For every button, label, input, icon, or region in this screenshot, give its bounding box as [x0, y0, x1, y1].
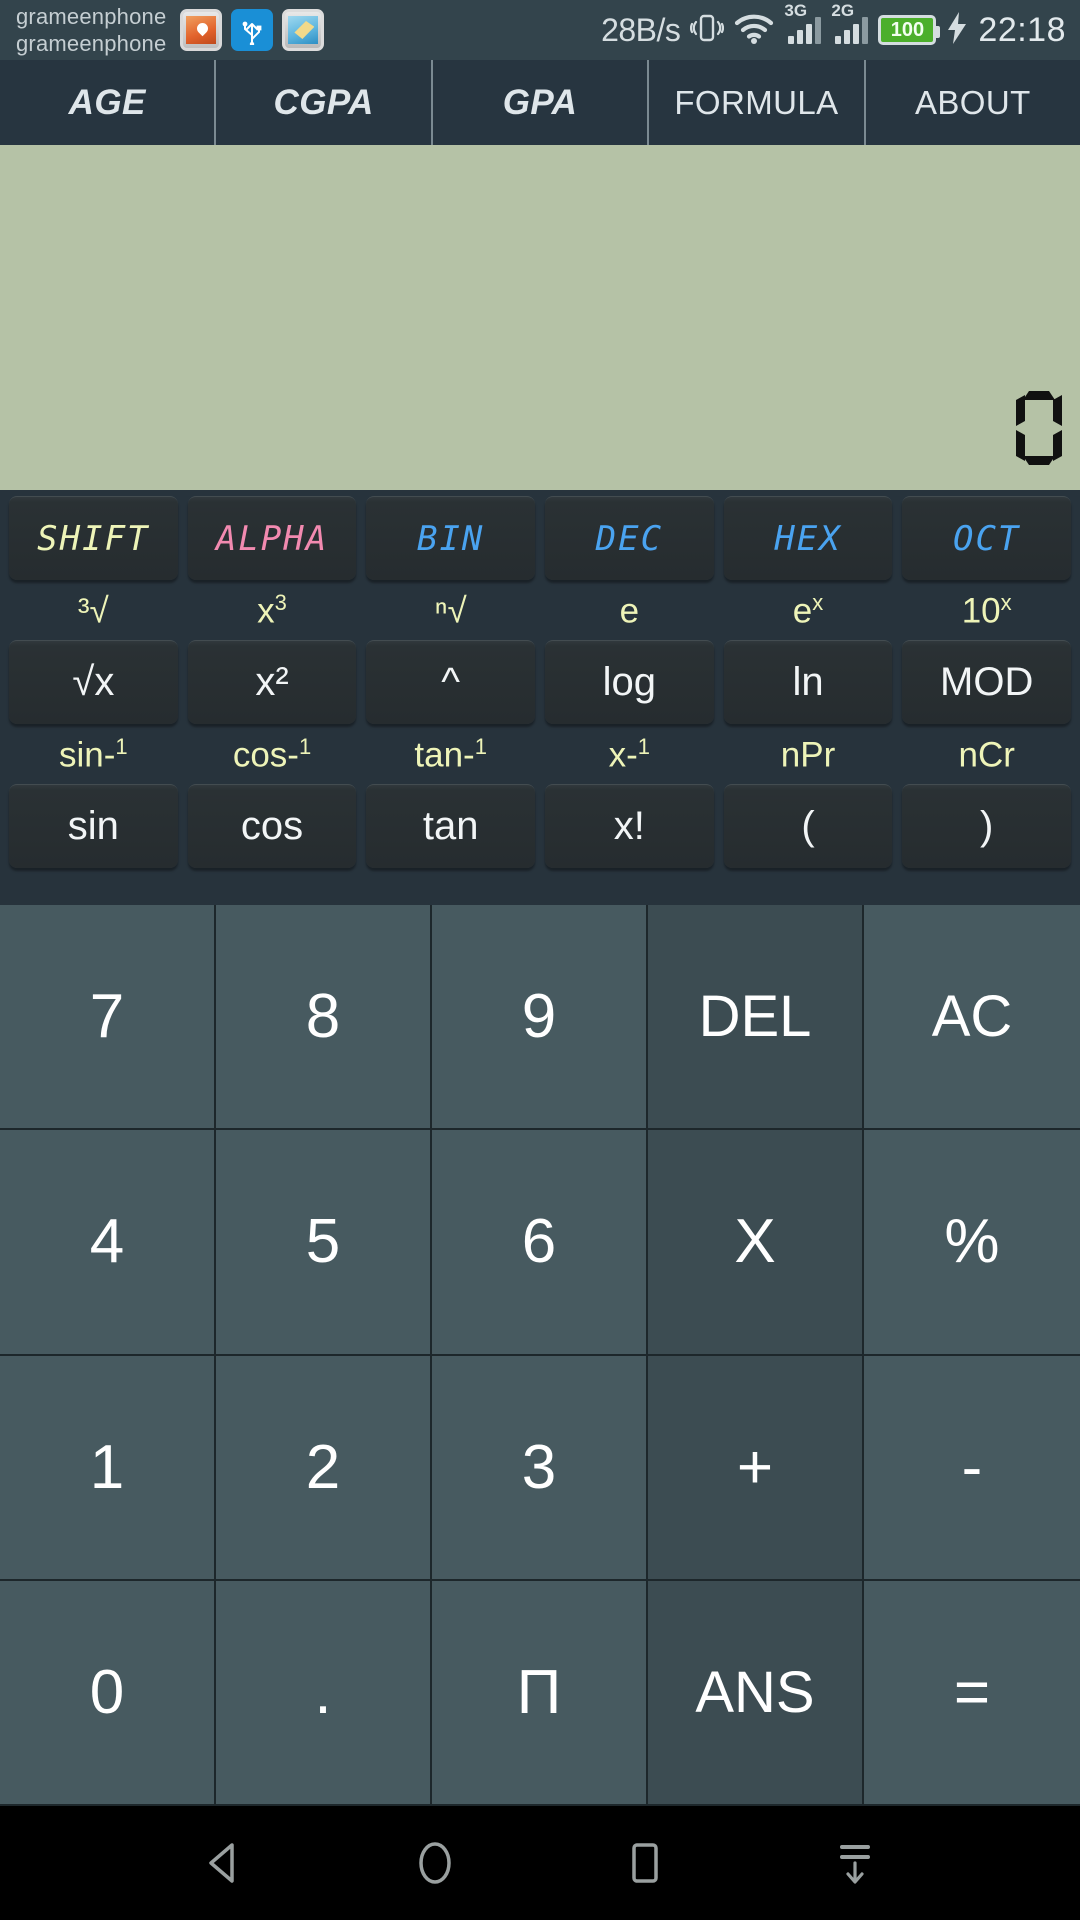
shift-label-e-power-x: ex	[792, 589, 824, 631]
clock-label: 22:18	[978, 10, 1066, 49]
key-6[interactable]: 6	[432, 1130, 648, 1356]
shift-label-ncr: nCr	[958, 735, 1015, 775]
shift-label-reciprocal: x-1	[608, 733, 651, 775]
key-equals[interactable]: =	[864, 1580, 1080, 1806]
tab-about[interactable]: ABOUT	[866, 60, 1080, 145]
key-2[interactable]: 2	[216, 1355, 432, 1581]
key-0[interactable]: 0	[0, 1580, 216, 1806]
sci-button-row-1: SHIFT ALPHA BIN DEC HEX OCT	[4, 496, 1076, 580]
shift-label-npr: nPr	[780, 735, 836, 775]
battery-icon: 100	[878, 15, 941, 45]
calculator-display[interactable]	[0, 145, 1080, 490]
recents-icon[interactable]	[613, 1831, 677, 1895]
key-multiply[interactable]: X	[648, 1130, 864, 1356]
signal-2g-bars	[835, 17, 869, 44]
key-8[interactable]: 8	[216, 905, 432, 1131]
sci-button-row-3: sin cos tan x! ( )	[4, 784, 1076, 868]
shift-label-e: e	[619, 591, 640, 631]
tab-cgpa[interactable]: CGPA	[216, 60, 433, 145]
carrier-label: grameenphone grameenphone	[16, 3, 166, 57]
cleaner-icon	[282, 9, 325, 51]
cos-button[interactable]: cos	[187, 784, 357, 868]
usb-icon	[231, 9, 274, 51]
key-9[interactable]: 9	[432, 905, 648, 1131]
shift-label-acos: cos-1	[232, 733, 312, 775]
carrier-line-1: grameenphone	[16, 4, 167, 29]
key-decimal[interactable]: .	[216, 1580, 432, 1806]
back-icon[interactable]	[193, 1831, 257, 1895]
bin-button[interactable]: BIN	[366, 496, 536, 580]
key-plus[interactable]: +	[648, 1355, 864, 1581]
seven-segment-digit	[1016, 391, 1062, 465]
sci-shift-label-row-3: sin-1 cos-1 tan-1 x-1 nPr nCr	[4, 724, 1076, 784]
ln-button[interactable]: ln	[723, 640, 893, 724]
key-ac[interactable]: AC	[864, 905, 1080, 1131]
key-3[interactable]: 3	[432, 1355, 648, 1581]
status-bar-right: 28B/s 3G 2G 100 22:18	[601, 1, 1066, 50]
signal-3g-bars	[788, 17, 822, 44]
shift-label-cbrt: ³√	[77, 591, 109, 631]
tab-gpa[interactable]: GPA	[433, 60, 650, 145]
open-paren-button[interactable]: (	[723, 784, 893, 868]
signal-3g-label: 3G	[784, 1, 808, 20]
tan-button[interactable]: tan	[366, 784, 536, 868]
key-percent[interactable]: %	[864, 1130, 1080, 1356]
key-del[interactable]: DEL	[648, 905, 864, 1131]
power-button[interactable]: ^	[366, 640, 536, 724]
tab-age[interactable]: AGE	[0, 60, 217, 145]
photo-health-icon	[180, 9, 223, 51]
shift-label-x-cubed: x3	[257, 589, 287, 631]
home-icon[interactable]	[403, 1831, 467, 1895]
key-ans[interactable]: ANS	[648, 1580, 864, 1806]
hex-button[interactable]: HEX	[723, 496, 893, 580]
key-pi[interactable]: Π	[432, 1580, 648, 1806]
factorial-button[interactable]: x!	[545, 784, 714, 868]
battery-level-label: 100	[890, 19, 925, 41]
network-speed-label: 28B/s	[601, 11, 681, 48]
shift-label-ten-power-x: 10x	[961, 589, 1012, 631]
charging-bolt-icon	[946, 11, 968, 49]
tab-bar: AGE CGPA GPA FORMULA ABOUT	[0, 60, 1080, 145]
key-7[interactable]: 7	[0, 905, 216, 1131]
android-navigation-bar	[0, 1806, 1080, 1920]
sin-button[interactable]: sin	[9, 784, 178, 868]
signal-2g-label: 2G	[831, 1, 855, 20]
shift-label-nth-root: ⁿ√	[434, 591, 467, 631]
sci-button-row-2: √x x² ^ log ln MOD	[4, 640, 1076, 724]
notification-icons	[180, 9, 325, 51]
mod-button[interactable]: MOD	[902, 640, 1072, 724]
shift-label-asin: sin-1	[59, 733, 128, 775]
sci-shift-label-row-2: ³√ x3 ⁿ√ e ex 10x	[4, 580, 1076, 640]
x-squared-button[interactable]: x²	[187, 640, 357, 724]
sci-row-modes: SHIFT ALPHA BIN DEC HEX OCT	[4, 496, 1076, 580]
scientific-keypad: SHIFT ALPHA BIN DEC HEX OCT ³√ x3 ⁿ√ e e…	[0, 490, 1080, 905]
key-minus[interactable]: -	[864, 1355, 1080, 1581]
key-1[interactable]: 1	[0, 1355, 216, 1581]
alpha-button[interactable]: ALPHA	[187, 496, 357, 580]
numeric-keypad: 7 8 9 DEL AC 4 5 6 X % 1 2 3 + - 0 . Π A…	[0, 905, 1080, 1806]
shift-label-atan: tan-1	[414, 733, 487, 775]
sci-row-trig: sin-1 cos-1 tan-1 x-1 nPr nCr sin cos ta…	[4, 724, 1076, 868]
wifi-icon	[734, 12, 774, 49]
signal-2g-icon: 2G	[831, 1, 869, 44]
close-paren-button[interactable]: )	[902, 784, 1072, 868]
signal-3g-icon: 3G	[784, 1, 822, 44]
hide-navbar-icon[interactable]	[823, 1831, 887, 1895]
sqrt-button[interactable]: √x	[9, 640, 178, 724]
sci-row-powers: ³√ x3 ⁿ√ e ex 10x √x x² ^ log ln MOD	[4, 580, 1076, 724]
shift-button[interactable]: SHIFT	[9, 496, 178, 580]
oct-button[interactable]: OCT	[902, 496, 1072, 580]
status-bar: grameenphone grameenphone 28B/s 3G 2G 10…	[0, 0, 1080, 60]
carrier-line-2: grameenphone	[16, 31, 167, 56]
display-value	[1016, 391, 1062, 465]
vibrate-icon	[690, 11, 725, 50]
key-4[interactable]: 4	[0, 1130, 216, 1356]
tab-formula[interactable]: FORMULA	[649, 60, 866, 145]
log-button[interactable]: log	[545, 640, 714, 724]
key-5[interactable]: 5	[216, 1130, 432, 1356]
dec-button[interactable]: DEC	[545, 496, 714, 580]
